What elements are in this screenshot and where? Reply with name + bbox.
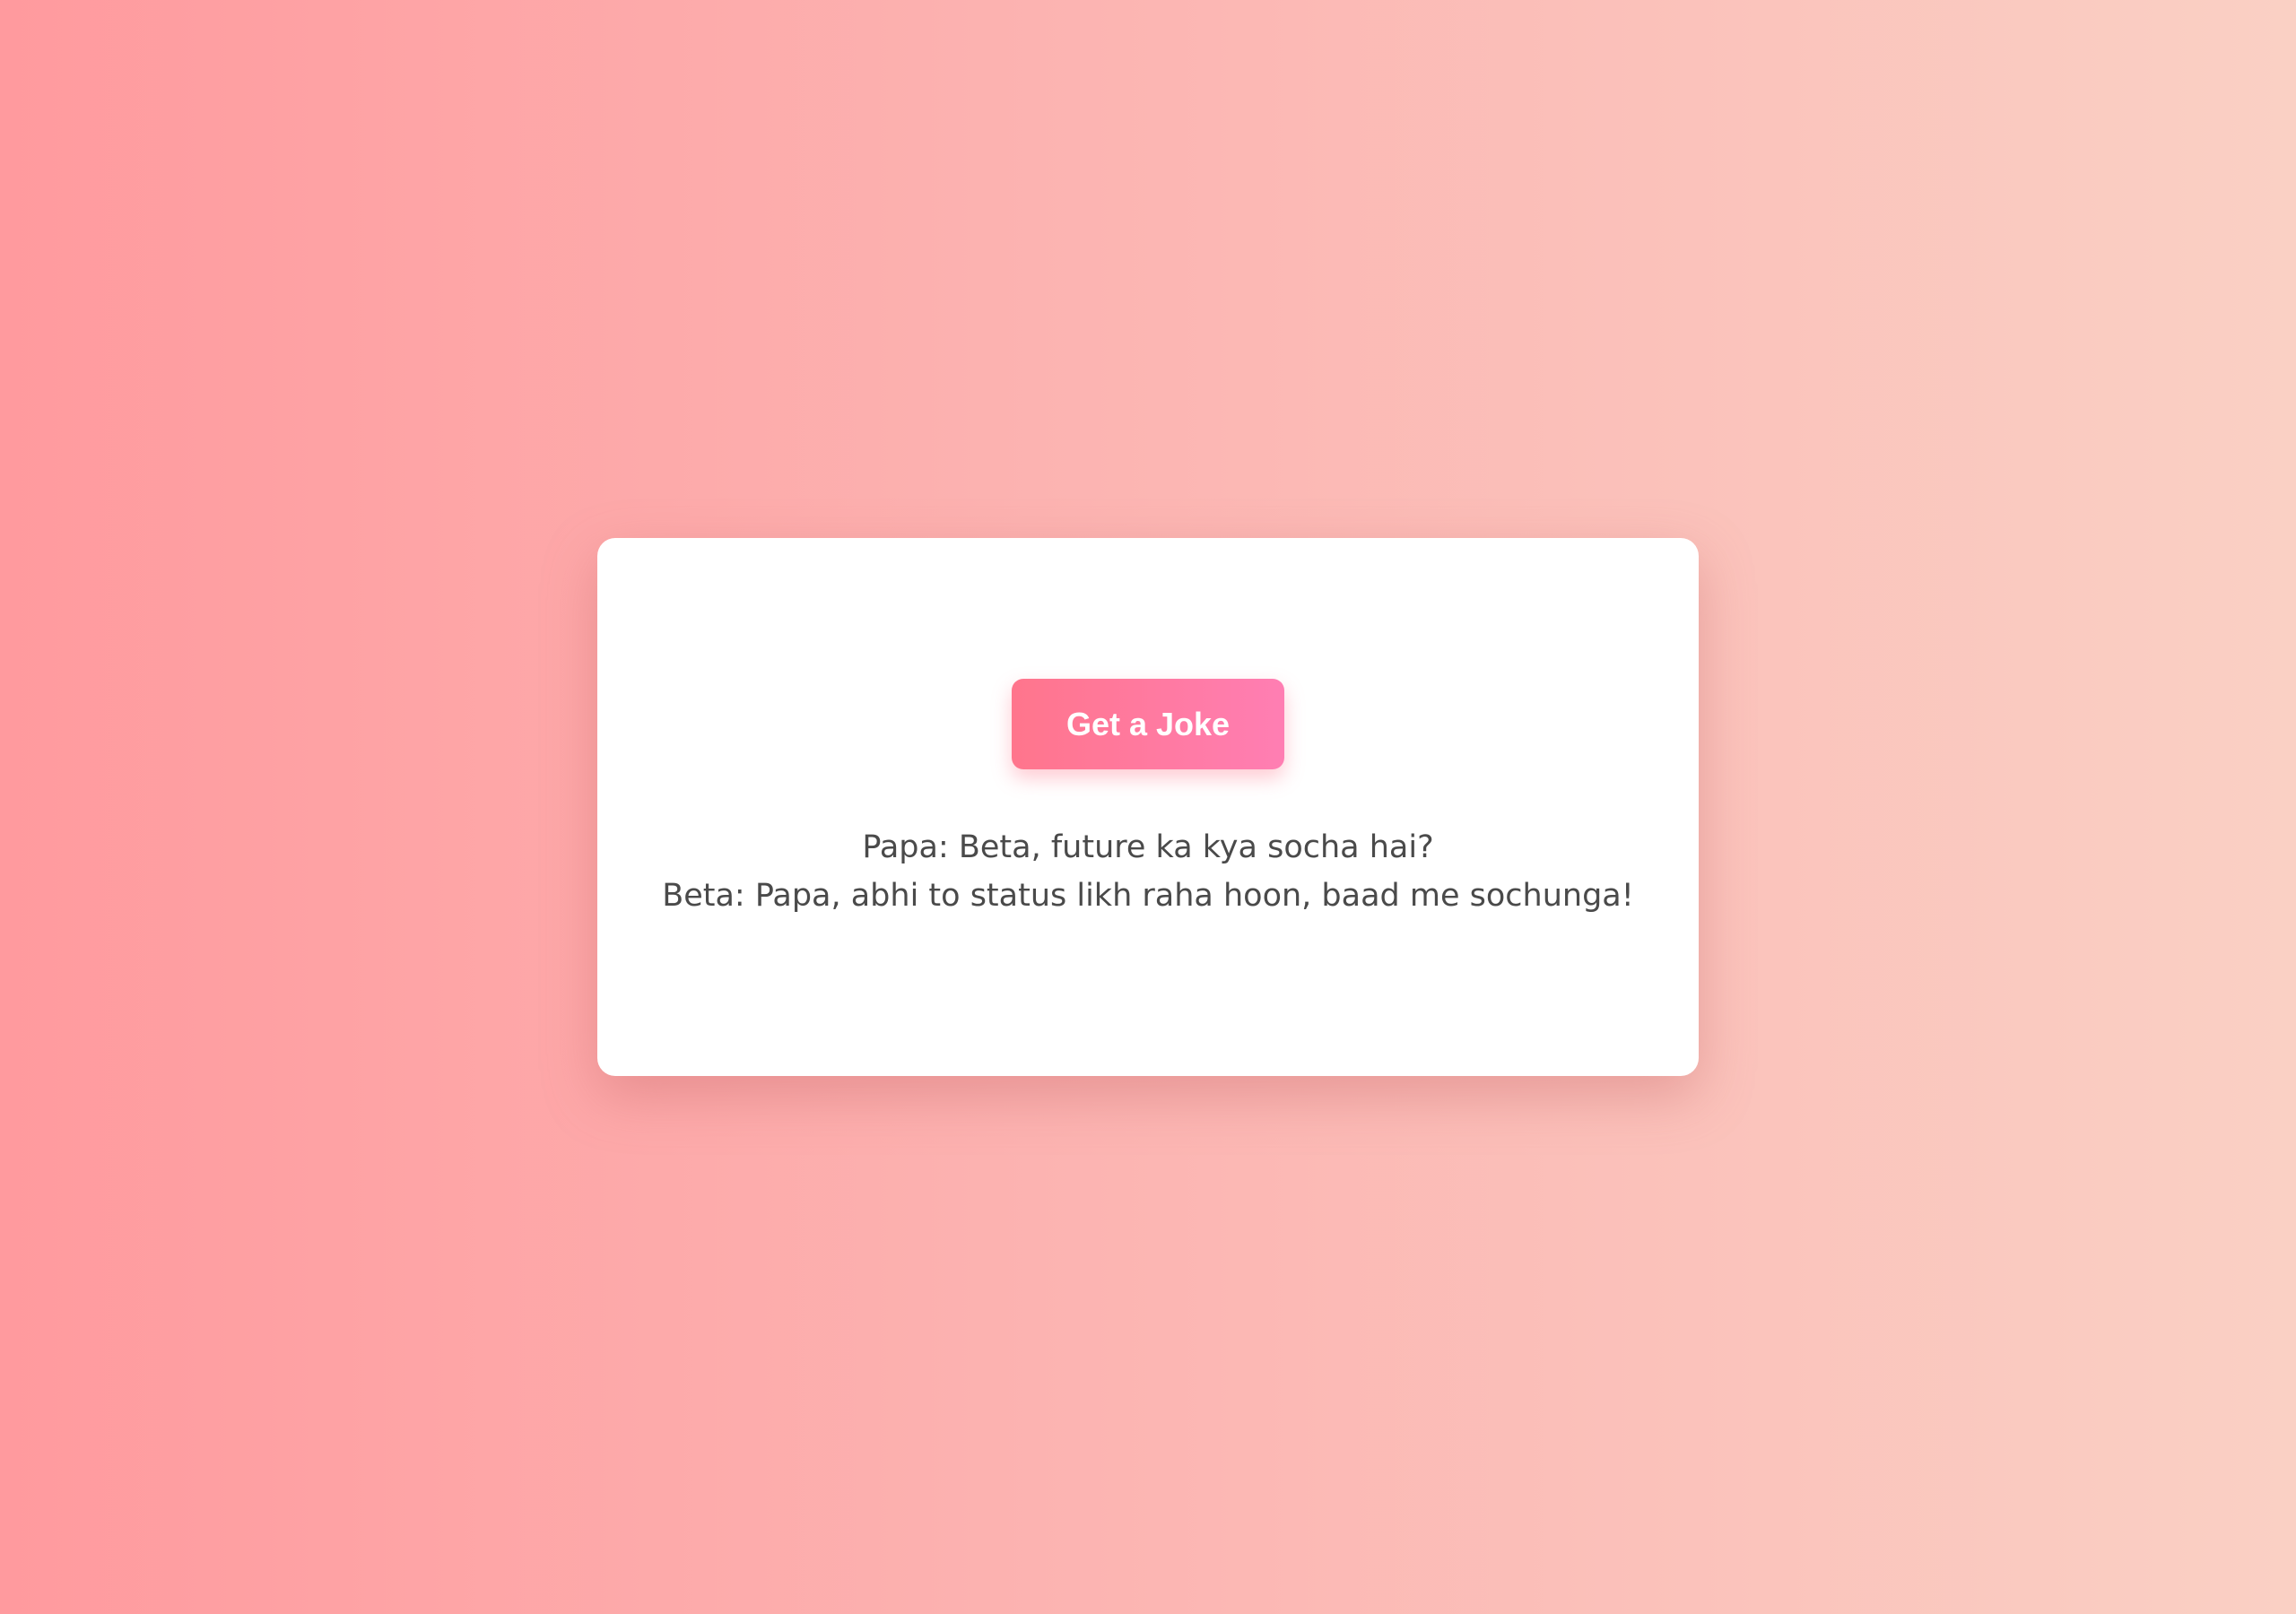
joke-text: Papa: Beta, future ka kya socha hai? Bet… xyxy=(597,823,1699,920)
get-joke-button[interactable]: Get a Joke xyxy=(1012,679,1284,769)
joke-line-answer: Beta: Papa, abhi to status likh raha hoo… xyxy=(662,878,1634,914)
joke-line-question: Papa: Beta, future ka kya socha hai? xyxy=(862,829,1434,865)
joke-card: Get a Joke Papa: Beta, future ka kya soc… xyxy=(597,538,1699,1076)
